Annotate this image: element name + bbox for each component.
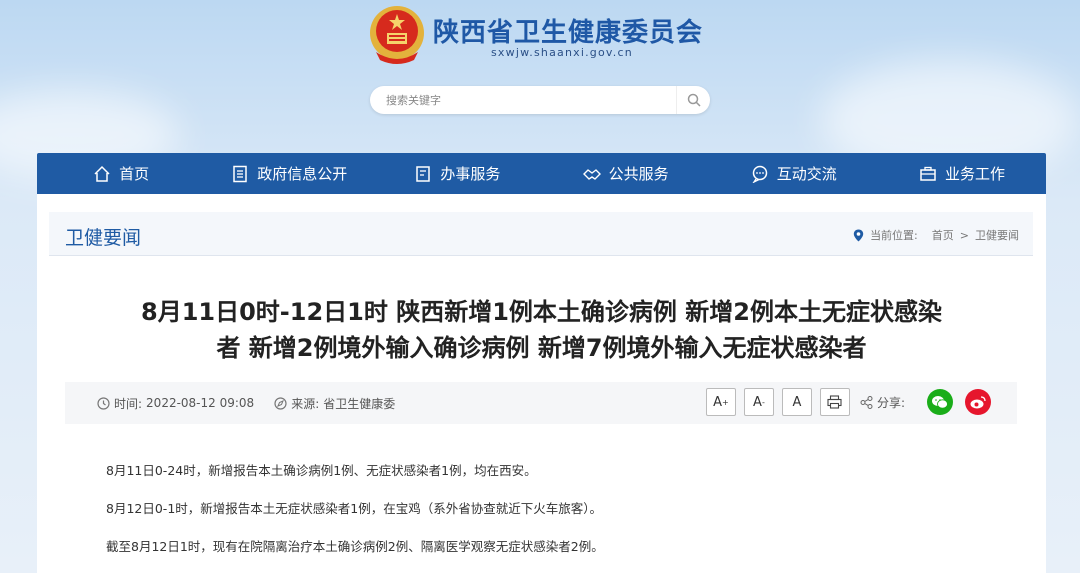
font-larger-button[interactable]: A + xyxy=(705,388,736,416)
article-paragraph: 8月11日0-24时，新增报告本土确诊病例1例、无症状感染者1例，均在西安。 xyxy=(106,463,537,478)
breadcrumb-separator: > xyxy=(959,228,969,242)
site-header: 陕西省卫生健康委员会 sxwjw.shaanxi.gov.cn xyxy=(0,0,1080,150)
font-reset-button[interactable]: A xyxy=(781,388,812,416)
search-input[interactable] xyxy=(370,86,660,114)
home-icon xyxy=(94,165,110,182)
nav-item-home[interactable]: 首页 xyxy=(37,153,205,194)
breadcrumb-prefix: 当前位置: xyxy=(870,229,918,242)
font-reset-label: A xyxy=(792,394,802,410)
article-meta-bar: 时间: 2022-08-12 09:08 来源: 省卫生健康委 A + A- A … xyxy=(65,382,1017,424)
printer-icon xyxy=(827,395,843,409)
article-title-line: 8月11日0时-12日1时 陕西新增1例本土确诊病例 新增2例本土无症状感染 xyxy=(141,298,942,326)
weibo-icon xyxy=(970,395,986,408)
nav-item-label: 业务工作 xyxy=(944,165,1005,183)
site-url: sxwjw.shaanxi.gov.cn xyxy=(491,46,633,59)
wechat-share-button[interactable] xyxy=(927,389,953,415)
publish-time: 时间: 2022-08-12 09:08 xyxy=(97,395,254,412)
article-paragraph: 截至8月12日1时，现有在院隔离治疗本土确诊病例2例、隔离医学观察无症状感染者2… xyxy=(106,539,604,554)
font-smaller-label: A xyxy=(753,394,762,410)
section-header: 卫健要闻 当前位置: 首页 > 卫健要闻 xyxy=(49,212,1033,256)
font-smaller-button[interactable]: A- xyxy=(743,388,774,416)
briefcase-icon xyxy=(920,166,936,181)
nav-item-label: 公共服务 xyxy=(608,165,669,183)
location-pin-icon xyxy=(853,229,864,241)
search-box xyxy=(370,86,710,114)
search-button[interactable] xyxy=(676,86,710,114)
article-title-line: 者 新增2例境外输入确诊病例 新增7例境外输入无症状感染者 xyxy=(216,334,867,362)
share-icon xyxy=(860,395,873,409)
handshake-icon xyxy=(582,168,601,180)
source-label: 来源: xyxy=(291,396,320,411)
breadcrumb-current-link[interactable]: 卫健要闻 xyxy=(975,227,1019,243)
nav-item-public-services[interactable]: 公共服务 xyxy=(542,153,710,194)
article-source: 来源: 省卫生健康委 xyxy=(274,395,395,412)
nav-item-interaction[interactable]: 互动交流 xyxy=(710,153,878,194)
font-smaller-sup: - xyxy=(761,397,765,407)
nav-item-business[interactable]: 业务工作 xyxy=(878,153,1046,194)
nav-item-label: 互动交流 xyxy=(776,165,837,183)
nav-item-label: 办事服务 xyxy=(440,165,501,183)
weibo-share-button[interactable] xyxy=(965,389,991,415)
article-tools: A + A- A 分享: xyxy=(705,388,991,416)
share-label: 分享: xyxy=(876,395,905,410)
site-title[interactable]: 陕西省卫生健康委员会 xyxy=(433,12,703,49)
section-title: 卫健要闻 xyxy=(65,227,142,249)
font-larger-sup: + xyxy=(722,397,729,407)
chat-icon xyxy=(752,165,768,183)
article-title: 8月11日0时-12日1时 陕西新增1例本土确诊病例 新增2例本土无症状感染 者… xyxy=(37,294,1046,366)
nav-item-label: 政府信息公开 xyxy=(257,165,348,183)
national-emblem-icon[interactable] xyxy=(368,4,426,66)
print-button[interactable] xyxy=(819,388,850,416)
clock-icon xyxy=(97,396,110,410)
time-label: 时间: xyxy=(114,396,143,411)
share-section: 分享: xyxy=(860,394,905,411)
wechat-icon xyxy=(932,395,948,409)
nav-item-services[interactable]: 办事服务 xyxy=(373,153,541,194)
breadcrumb-home-link[interactable]: 首页 xyxy=(932,227,954,243)
main-nav: 首页 政府信息公开 办事服务 公共服务 互动交流 业务工作 xyxy=(37,153,1046,194)
font-larger-label: A xyxy=(713,394,723,410)
article-body: 8月11日0-24时，新增报告本土确诊病例1例、无症状感染者1例，均在西安。 8… xyxy=(106,462,604,573)
document-icon xyxy=(233,165,247,182)
article-paragraph: 8月12日0-1时，新增报告本土无症状感染者1例，在宝鸡（系外省协查就近下火车旅… xyxy=(106,501,602,516)
compass-icon xyxy=(274,396,287,410)
nav-item-gov-info[interactable]: 政府信息公开 xyxy=(205,153,373,194)
breadcrumb: 当前位置: 首页 > 卫健要闻 xyxy=(853,227,1019,243)
list-icon xyxy=(416,165,431,182)
main-content: 卫健要闻 当前位置: 首页 > 卫健要闻 8月11日0时-12日1时 陕西新增1… xyxy=(37,194,1046,573)
search-icon xyxy=(687,93,701,107)
nav-item-label: 首页 xyxy=(119,165,150,183)
time-value: 2022-08-12 09:08 xyxy=(146,396,255,410)
source-value: 省卫生健康委 xyxy=(323,396,396,411)
